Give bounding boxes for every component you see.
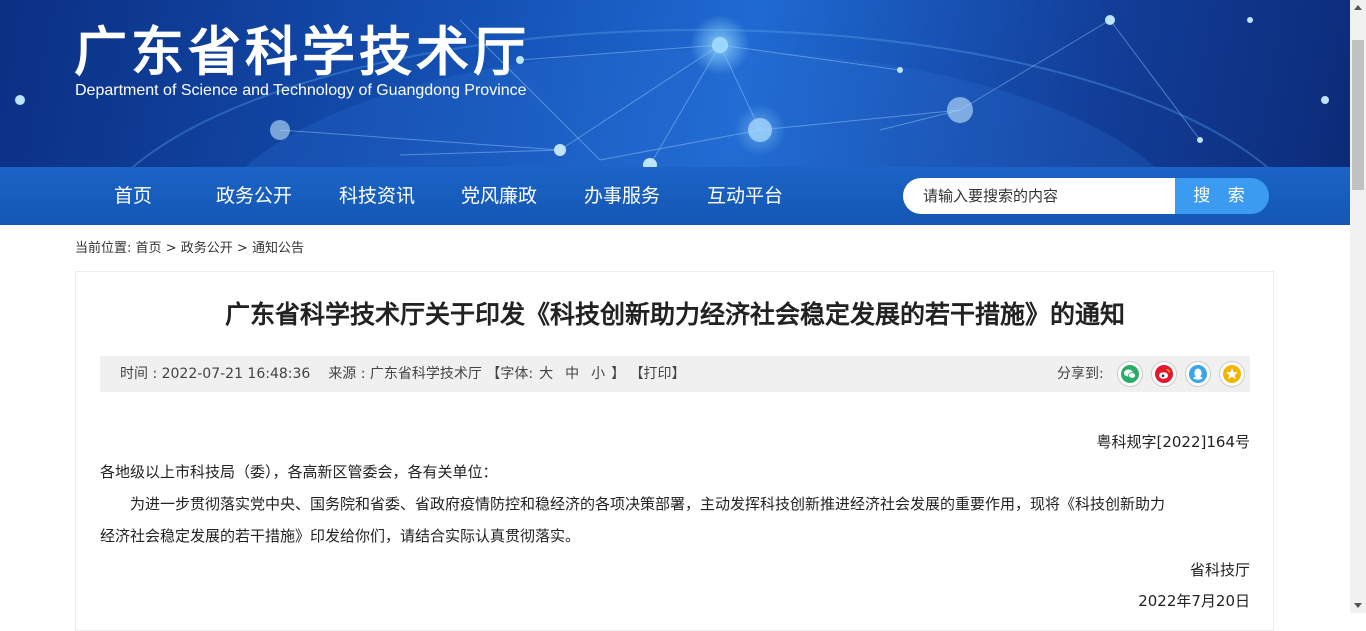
breadcrumb: 当前位置: 首页 > 政务公开 > 通知公告 <box>75 237 304 256</box>
scroll-up-icon[interactable] <box>1350 0 1366 16</box>
site-subtitle: Department of Science and Technology of … <box>75 82 527 99</box>
qq-share-icon[interactable] <box>1185 361 1211 387</box>
scroll-thumb[interactable] <box>1352 40 1364 190</box>
font-size-large[interactable]: 大 <box>539 366 553 382</box>
breadcrumb-notices[interactable]: 通知公告 <box>252 241 304 256</box>
nav-item-home[interactable]: 首页 <box>114 167 152 225</box>
document-number: 粤科规字[2022]164号 <box>1096 433 1250 451</box>
article-meta-bar: 时间 : 2022-07-21 16:48:36 来源 : 广东省科学技术厅 【字… <box>100 356 1250 392</box>
article-body: 为进一步贯彻落实党中央、国务院和省委、省政府疫情防控和稳经济的各项决策部署，主动… <box>100 488 1250 520</box>
site-title: 广东省科学技术厅 <box>74 22 530 83</box>
breadcrumb-separator: > <box>236 241 248 256</box>
nav-item-services[interactable]: 办事服务 <box>584 167 660 225</box>
article-meta: 时间 : 2022-07-21 16:48:36 来源 : 广东省科学技术厅 【字… <box>120 356 686 392</box>
font-size-prefix: 【字体: <box>486 366 534 382</box>
header-banner: 广东省科学技术厅 Department of Science and Techn… <box>0 0 1350 167</box>
font-size-suffix: 】 <box>611 366 626 382</box>
article-source: 来源 : 广东省科学技术厅 <box>328 366 482 382</box>
publish-time: 时间 : 2022-07-21 16:48:36 <box>120 366 311 382</box>
share-label: 分享到: <box>1057 366 1104 382</box>
search-box: 搜 索 <box>903 178 1269 214</box>
search-input[interactable] <box>903 178 1175 214</box>
font-size-medium[interactable]: 中 <box>565 366 579 382</box>
breadcrumb-home[interactable]: 首页 <box>136 241 162 256</box>
salutation: 各地级以上市科技局（委），各高新区管委会，各有关单位： <box>100 463 498 481</box>
article-body-line-1: 为进一步贯彻落实党中央、国务院和省委、省政府疫情防控和稳经济的各项决策部署，主动… <box>130 495 1166 513</box>
breadcrumb-label: 当前位置: <box>75 241 132 256</box>
article-body-cont: 经济社会稳定发展的若干措施》印发给你们，请结合实际认真贯彻落实。 <box>100 527 581 545</box>
nav-item-tech-news[interactable]: 科技资讯 <box>339 167 415 225</box>
article-title: 广东省科学技术厅关于印发《科技创新助力经济社会稳定发展的若干措施》的通知 <box>224 300 1125 329</box>
signature: 省科技厅 <box>1189 561 1250 579</box>
breadcrumb-separator: > <box>165 241 177 256</box>
nav-item-party-integrity[interactable]: 党风廉政 <box>461 167 537 225</box>
scroll-down-icon[interactable] <box>1350 597 1366 613</box>
nav-item-interaction[interactable]: 互动平台 <box>707 167 783 225</box>
print-button[interactable]: 【打印】 <box>630 366 686 382</box>
weibo-share-icon[interactable] <box>1151 361 1177 387</box>
vertical-scrollbar[interactable] <box>1350 0 1366 613</box>
signature-date: 2022年7月20日 <box>1138 592 1250 610</box>
qzone-share-icon[interactable] <box>1219 361 1245 387</box>
breadcrumb-government-affairs[interactable]: 政务公开 <box>181 241 233 256</box>
wechat-share-icon[interactable] <box>1117 361 1143 387</box>
font-size-small[interactable]: 小 <box>591 366 605 382</box>
nav-item-government-affairs[interactable]: 政务公开 <box>216 167 292 225</box>
search-button[interactable]: 搜 索 <box>1175 178 1269 214</box>
